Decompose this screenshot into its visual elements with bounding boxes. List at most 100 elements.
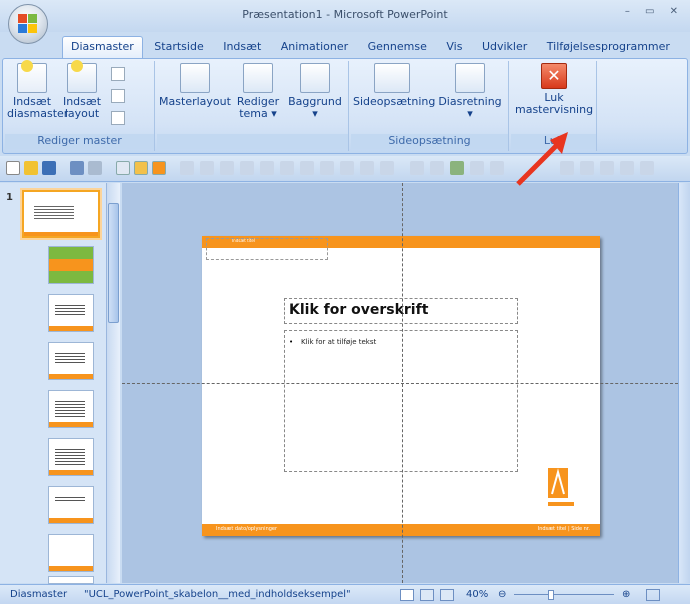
format-icon-13[interactable]	[430, 161, 444, 175]
undo-icon[interactable]	[70, 161, 84, 175]
open-icon[interactable]	[24, 161, 38, 175]
page-setup-button[interactable]: Sideopsætning	[353, 63, 435, 108]
normal-view-icon[interactable]	[400, 589, 414, 601]
thumbnail-layout-6[interactable]	[48, 486, 94, 524]
layout-show-icon[interactable]	[152, 161, 166, 175]
footer-right-text: Indsæt titel | Side nr.	[537, 526, 590, 532]
status-bar: Diasmaster "UCL_PowerPoint_skabelon__med…	[0, 584, 690, 604]
redo-icon[interactable]	[88, 161, 102, 175]
zoom-slider-thumb[interactable]	[548, 590, 554, 600]
format-icon-3[interactable]	[220, 161, 234, 175]
tab-tilfoejelsesprogrammer[interactable]: Tilføjelsesprogrammer	[539, 37, 678, 59]
group-rediger-tema: Masterlayout Rediger tema ▾ Baggrund ▾	[157, 61, 349, 151]
format-icon-6[interactable]	[280, 161, 294, 175]
rename-icon[interactable]	[111, 89, 125, 103]
format-icon-19[interactable]	[600, 161, 614, 175]
thumbnail-layout-8[interactable]	[48, 576, 94, 584]
sorter-view-icon[interactable]	[420, 589, 434, 601]
format-icon-4[interactable]	[240, 161, 254, 175]
format-icon-20[interactable]	[620, 161, 634, 175]
zoom-in-icon[interactable]: ⊕	[622, 589, 630, 600]
ucl-logo-icon	[548, 468, 574, 506]
fit-window-icon[interactable]	[646, 589, 660, 601]
thumbnail-layout-1[interactable]	[48, 246, 94, 284]
slide-orientation-button[interactable]: Diasretning ▾	[435, 63, 505, 120]
format-icon-16[interactable]	[490, 161, 504, 175]
slide-master-canvas[interactable]: Indsæt titel Klik for overskrift • Klik …	[202, 236, 600, 536]
ribbon-tabs: Diasmaster Startside Indsæt Animationer …	[62, 36, 678, 58]
format-icon-14[interactable]	[450, 161, 464, 175]
background-icon	[300, 63, 330, 93]
thumbnail-layout-7[interactable]	[48, 534, 94, 572]
format-icon-15[interactable]	[470, 161, 484, 175]
thumbnail-layout-4[interactable]	[48, 390, 94, 428]
window-controls[interactable]: – ▭ ✕	[625, 6, 684, 17]
format-icon-7[interactable]	[300, 161, 314, 175]
thumbnail-layout-3[interactable]	[48, 342, 94, 380]
body-placeholder-text: Klik for at tilføje tekst	[301, 338, 377, 346]
office-logo-icon	[18, 14, 38, 34]
ribbon: Indsæt diasmaster Indsæt layout Rediger …	[2, 58, 688, 154]
format-icon-12[interactable]	[410, 161, 424, 175]
new-icon[interactable]	[6, 161, 20, 175]
annotation-arrow-icon	[516, 132, 568, 186]
format-icon-8[interactable]	[320, 161, 334, 175]
tab-startside[interactable]: Startside	[146, 37, 211, 59]
group-sideopsaetning: Sideopsætning Diasretning ▾ Sideopsætnin…	[351, 61, 509, 151]
format-icon-11[interactable]	[380, 161, 394, 175]
preserve-icon[interactable]	[111, 111, 125, 125]
horizontal-guide[interactable]	[122, 383, 678, 384]
insert-slidemaster-button[interactable]: Indsæt diasmaster	[7, 60, 68, 120]
group-label-rediger-master: Rediger master	[5, 134, 154, 149]
title-placeholder[interactable]: Klik for overskrift	[284, 298, 518, 324]
thumbnail-layout-5[interactable]	[48, 438, 94, 476]
office-button[interactable]	[8, 4, 48, 44]
scrollbar-thumb[interactable]	[108, 203, 119, 323]
header-placeholder[interactable]	[206, 238, 328, 260]
group-label-rediger-tema	[157, 134, 348, 149]
footer-left-text: Indsæt dato/oplysninger	[216, 526, 278, 532]
thumbnail-layout-2[interactable]	[48, 294, 94, 332]
slidemaster-icon	[17, 60, 47, 93]
background-button[interactable]: Baggrund ▾	[285, 63, 345, 120]
slideshow-view-icon[interactable]	[440, 589, 454, 601]
thumbnail-number: 1	[6, 192, 13, 203]
zoom-slider[interactable]	[514, 594, 614, 595]
quick-access-toolbar	[0, 156, 690, 182]
format-icon-10[interactable]	[360, 161, 374, 175]
masterlayout-icon	[180, 63, 210, 93]
body-placeholder[interactable]: • Klik for at tilføje tekst	[284, 330, 518, 472]
insert-layout-button[interactable]: Indsæt layout	[59, 60, 105, 120]
delete-icon[interactable]	[111, 67, 125, 81]
tab-vis[interactable]: Vis	[438, 37, 470, 59]
close-master-view-button[interactable]: ✕ Luk mastervisning	[515, 63, 593, 116]
tab-diasmaster[interactable]: Diasmaster	[62, 36, 143, 58]
layout-icon	[67, 60, 97, 93]
format-icon-21[interactable]	[640, 161, 654, 175]
slide-bottom-band: Indsæt dato/oplysninger Indsæt titel | S…	[202, 524, 600, 536]
layout-normal-icon[interactable]	[116, 161, 130, 175]
tab-indsaet[interactable]: Indsæt	[215, 37, 269, 59]
tab-animationer[interactable]: Animationer	[273, 37, 356, 59]
title-placeholder-text: Klik for overskrift	[289, 302, 429, 318]
format-icon-9[interactable]	[340, 161, 354, 175]
vertical-scrollbar[interactable]	[678, 183, 690, 583]
masterlayout-button[interactable]: Masterlayout	[159, 63, 231, 108]
tab-gennemse[interactable]: Gennemse	[360, 37, 435, 59]
edit-theme-button[interactable]: Rediger tema ▾	[233, 63, 283, 120]
zoom-level[interactable]: 40%	[466, 589, 488, 600]
group-label-sideopsaetning: Sideopsætning	[351, 134, 508, 149]
close-icon: ✕	[541, 63, 567, 89]
save-icon[interactable]	[42, 161, 56, 175]
format-icon-18[interactable]	[580, 161, 594, 175]
format-icon-2[interactable]	[200, 161, 214, 175]
zoom-out-icon[interactable]: ⊖	[498, 589, 506, 600]
format-icon-5[interactable]	[260, 161, 274, 175]
status-theme: "UCL_PowerPoint_skabelon__med_indholdsek…	[84, 589, 351, 600]
thumbnails-scrollbar[interactable]	[106, 183, 120, 583]
tab-udvikler[interactable]: Udvikler	[474, 37, 535, 59]
orientation-icon	[455, 63, 485, 93]
thumbnail-slidemaster[interactable]	[22, 190, 100, 238]
format-icon-1[interactable]	[180, 161, 194, 175]
layout-sorter-icon[interactable]	[134, 161, 148, 175]
